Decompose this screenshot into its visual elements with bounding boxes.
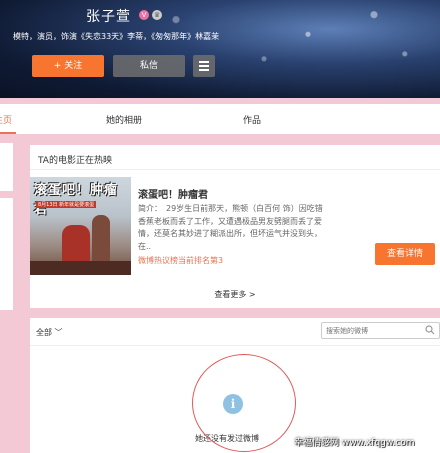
vip-badge-icon: V <box>139 10 149 20</box>
highlight-circle <box>192 354 296 452</box>
search-icon[interactable] <box>425 325 435 335</box>
movie-card: TA的电影正在热映 滚蛋吧！肿瘤君 8月13日 新年就是要滚蛋 滚蛋吧！肿瘤君 … <box>30 145 440 308</box>
see-more-link[interactable]: 查看更多 > <box>30 289 440 300</box>
poster-figure <box>92 215 110 263</box>
movie-section-title: TA的电影正在热映 <box>38 156 112 166</box>
more-menu-button[interactable] <box>193 55 215 77</box>
follow-button[interactable]: + 关注 <box>32 55 104 77</box>
search-input[interactable] <box>326 325 421 336</box>
poster-title: 滚蛋吧！肿瘤君 <box>34 183 119 217</box>
poster-figure <box>62 225 90 265</box>
movie-poster[interactable]: 滚蛋吧！肿瘤君 8月13日 新年就是要滚蛋 <box>30 177 131 275</box>
profile-name: 张子萱 <box>86 9 131 25</box>
feed-filter-dropdown[interactable]: 全部 ﹀ <box>36 327 63 338</box>
tab-home[interactable]: 主页 <box>0 113 12 126</box>
feed-search <box>321 322 440 339</box>
message-button[interactable]: 私信 <box>113 55 185 77</box>
watermark: 幸福情感网 www.xfqgw.com <box>294 438 415 448</box>
movie-name[interactable]: 滚蛋吧！肿瘤君 <box>138 186 208 201</box>
poster-ground <box>30 261 131 275</box>
movie-description: 简介： 29岁生日前那天，熊顿（白百何 饰）因吃错香蕉老板而丢了工作，又遭遇极品… <box>138 204 323 251</box>
poster-subtitle: 8月13日 新年就是要滚蛋 <box>36 201 97 208</box>
view-details-button[interactable]: 查看详情 <box>375 243 435 265</box>
movie-rank-link[interactable]: 微博热议榜当前排名第3 <box>138 255 223 266</box>
profile-tabs: 主页 她的相册 作品 <box>0 104 440 134</box>
left-panel-bottom <box>0 198 13 310</box>
profile-bio: 模特，演员，饰演《失恋33天》李蒂，《匆匆那年》林嘉茉 <box>13 32 220 41</box>
divider <box>30 345 440 346</box>
divider <box>30 169 440 170</box>
tab-album[interactable]: 她的相册 <box>106 113 142 126</box>
active-tab-indicator <box>0 132 16 134</box>
crown-badge-icon: ♛ <box>152 10 162 20</box>
profile-banner: 张子萱 V ♛ 模特，演员，饰演《失恋33天》李蒂，《匆匆那年》林嘉茉 + 关注… <box>0 0 440 98</box>
tab-works[interactable]: 作品 <box>243 113 261 126</box>
left-panel-top <box>0 143 13 191</box>
